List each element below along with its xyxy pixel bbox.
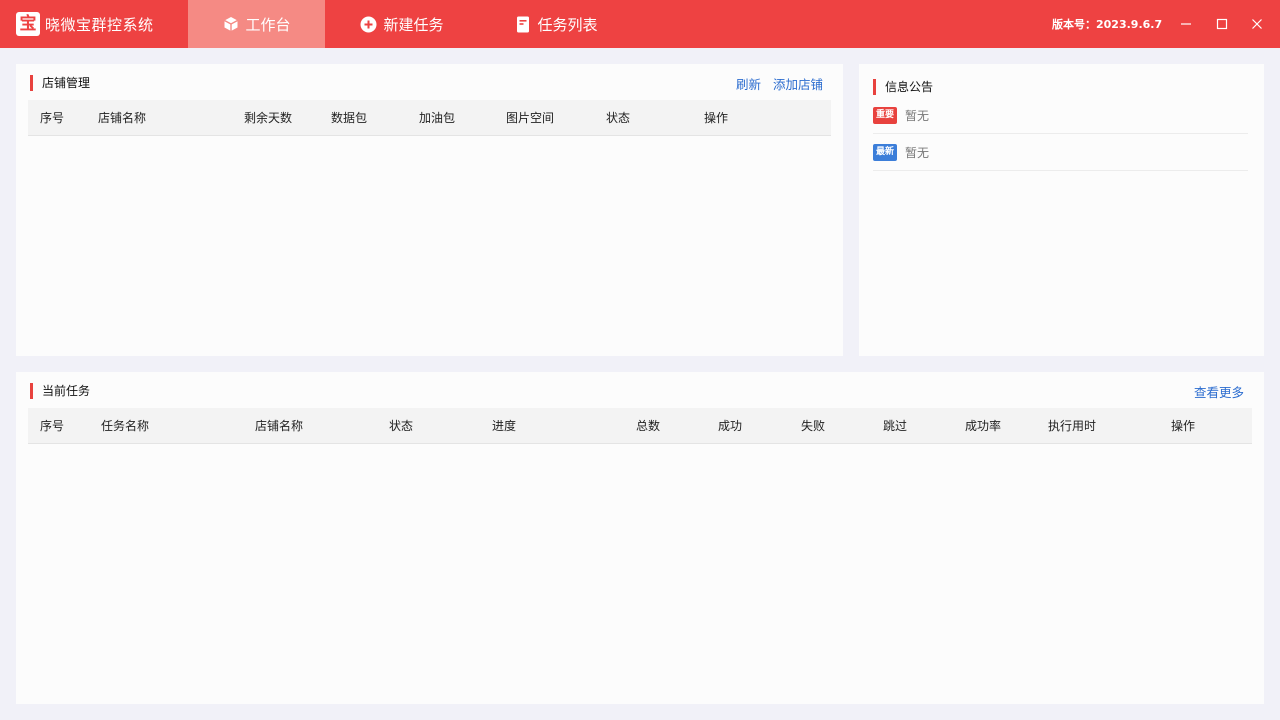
- column-header: 成功率: [965, 419, 1002, 433]
- column-header: 剩余天数: [244, 111, 293, 125]
- column-header: 序号: [40, 419, 65, 433]
- latest-badge: 最新: [873, 143, 898, 161]
- column-header: 状态: [606, 111, 631, 125]
- column-header: 跳过: [883, 419, 908, 433]
- important-badge: 重要: [873, 106, 898, 124]
- app-logo-icon: 宝: [16, 12, 40, 36]
- panel-title: 店铺管理: [30, 74, 90, 91]
- nav-tab-label: 工作台: [245, 15, 291, 34]
- panel-title: 当前任务: [30, 382, 90, 399]
- column-header: 总数: [636, 419, 661, 433]
- panel-title-text: 当前任务: [42, 384, 91, 398]
- column-header: 操作: [704, 111, 729, 125]
- close-icon[interactable]: [1247, 14, 1267, 34]
- nav-tab-new-task[interactable]: 新建任务: [344, 0, 460, 48]
- notice-text: 暂无: [905, 108, 930, 123]
- version-label: 版本号：2023.9.6.7: [1052, 18, 1163, 31]
- column-header: 执行用时: [1048, 419, 1097, 433]
- current-tasks-panel: 当前任务 查看更多 序号 任务名称 店铺名称 状态 进度 总数 成功 失败 跳过…: [16, 372, 1264, 704]
- brand: 宝 晓微宝群控系统: [16, 12, 154, 36]
- nav-tab-workbench[interactable]: 工作台: [188, 0, 325, 48]
- notice-item-latest[interactable]: 最新 暂无: [873, 134, 1248, 171]
- column-header: 加油包: [419, 111, 456, 125]
- top-bar: 宝 晓微宝群控系统 工作台 新建任务 任务列表 版本号：2023.9.6.7: [0, 0, 1280, 48]
- view-more-link[interactable]: 查看更多: [1194, 382, 1244, 401]
- title-accent-bar: [873, 78, 876, 95]
- store-management-panel: 店铺管理 刷新 添加店铺 序号 店铺名称 剩余天数 数据包 加油包 图片空间 状…: [16, 64, 843, 356]
- minimize-icon[interactable]: [1176, 14, 1196, 34]
- app-title: 晓微宝群控系统: [45, 15, 154, 34]
- panel-title-text: 信息公告: [885, 80, 934, 94]
- column-header: 状态: [389, 419, 414, 433]
- add-store-link[interactable]: 添加店铺: [773, 74, 823, 93]
- notice-text: 暂无: [905, 145, 930, 160]
- panel-title-text: 店铺管理: [42, 76, 91, 90]
- notice-panel: 信息公告 重要 暂无 最新 暂无: [859, 64, 1264, 356]
- nav-tab-label: 任务列表: [537, 15, 598, 34]
- refresh-link[interactable]: 刷新: [736, 74, 761, 93]
- document-icon: [514, 16, 531, 33]
- nav-tab-label: 新建任务: [383, 15, 444, 34]
- column-header: 序号: [40, 111, 65, 125]
- store-table-header: 序号 店铺名称 剩余天数 数据包 加油包 图片空间 状态 操作: [28, 100, 831, 136]
- column-header: 店铺名称: [255, 419, 304, 433]
- plus-circle-icon: [360, 16, 377, 33]
- notice-item-important[interactable]: 重要 暂无: [873, 97, 1248, 134]
- title-accent-bar: [30, 74, 33, 91]
- column-header: 店铺名称: [98, 111, 147, 125]
- column-header: 图片空间: [506, 111, 555, 125]
- column-header: 成功: [718, 419, 743, 433]
- column-header: 任务名称: [101, 419, 150, 433]
- column-header: 失败: [801, 419, 826, 433]
- maximize-icon[interactable]: [1212, 14, 1232, 34]
- column-header: 进度: [492, 419, 517, 433]
- task-table-header: 序号 任务名称 店铺名称 状态 进度 总数 成功 失败 跳过 成功率 执行用时 …: [28, 408, 1252, 444]
- column-header: 操作: [1171, 419, 1196, 433]
- nav-tab-task-list[interactable]: 任务列表: [498, 0, 614, 48]
- store-actions: 刷新 添加店铺: [724, 74, 823, 93]
- task-actions: 查看更多: [1182, 382, 1244, 401]
- panel-title: 信息公告: [873, 78, 933, 95]
- cube-icon: [222, 16, 239, 33]
- column-header: 数据包: [331, 111, 368, 125]
- title-accent-bar: [30, 382, 33, 399]
